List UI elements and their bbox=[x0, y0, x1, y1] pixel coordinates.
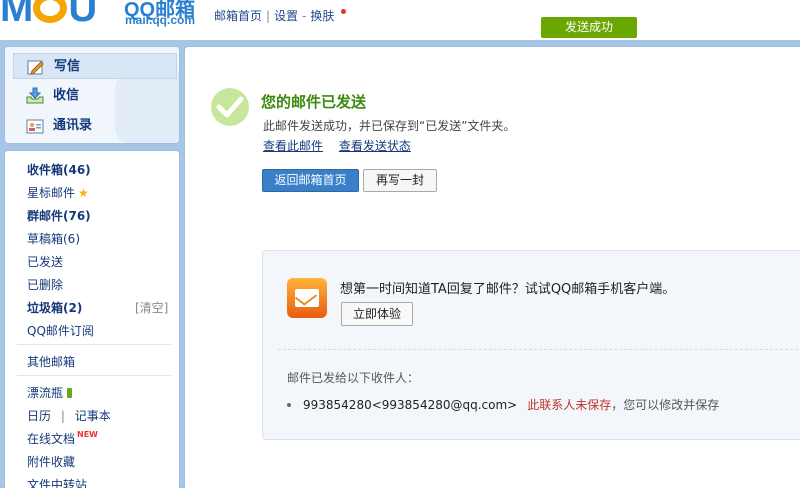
folder-divider bbox=[17, 375, 171, 376]
folder-deleted-label: 已删除 bbox=[27, 278, 64, 292]
contacts-label: 通讯录 bbox=[53, 118, 93, 133]
mailbox-home-link[interactable]: 邮箱首页 bbox=[214, 9, 262, 23]
folder-sent[interactable]: 已发送 bbox=[27, 253, 63, 270]
folder-deleted[interactable]: 已删除 bbox=[27, 276, 63, 293]
new-badge: NEW bbox=[77, 430, 98, 439]
folder-spam[interactable]: 垃圾箱(2) [清空] bbox=[27, 299, 168, 316]
qq-mail-logo[interactable]: MU bbox=[0, 0, 97, 31]
change-skin-link[interactable]: 换肤 bbox=[310, 9, 334, 23]
folder-group-label: 群邮件(76) bbox=[27, 209, 91, 223]
compose-label: 写信 bbox=[54, 59, 81, 74]
app-attachments[interactable]: 附件收藏 bbox=[27, 453, 75, 470]
top-header: MU QQ邮箱 mail.qq.com 邮箱首页 | 设置 - 换肤 发送成功 bbox=[0, 0, 800, 42]
view-mail-link[interactable]: 查看此邮件 bbox=[263, 139, 323, 153]
contacts-card-icon bbox=[26, 119, 44, 134]
recipients-label: 邮件已发给以下收件人： bbox=[287, 371, 420, 385]
inbox-download-icon bbox=[26, 87, 44, 104]
attachments-label: 附件收藏 bbox=[27, 455, 76, 469]
compose-pencil-icon bbox=[27, 60, 44, 75]
check-mark-icon bbox=[216, 96, 244, 118]
folder-subscriptions[interactable]: QQ邮件订阅 bbox=[27, 322, 94, 339]
sent-links: 查看此邮件 查看发送状态 bbox=[263, 137, 423, 154]
back-to-home-button[interactable]: 返回邮箱首页 bbox=[262, 169, 359, 192]
folder-group-mail[interactable]: 群邮件(76) bbox=[27, 207, 91, 224]
folder-inbox[interactable]: 收件箱(46) bbox=[27, 161, 91, 178]
view-status-link[interactable]: 查看发送状态 bbox=[339, 139, 411, 153]
envelope-icon bbox=[295, 289, 319, 307]
logo-ring-icon bbox=[33, 0, 68, 23]
sent-description: 此邮件发送成功，并已保存到“已发送”文件夹。 bbox=[263, 119, 516, 133]
settings-link[interactable]: 设置 bbox=[274, 9, 298, 23]
folder-subscriptions-label: QQ邮件订阅 bbox=[27, 324, 94, 338]
other-mailboxes-label: 其他邮箱 bbox=[27, 355, 76, 369]
notification-dot-icon bbox=[341, 9, 346, 14]
recipient-address: 993854280<993854280@qq.com> bbox=[303, 398, 518, 412]
online-docs-label: 在线文档 bbox=[27, 432, 76, 446]
promo-text: 想第一时间知道TA回复了邮件？试试QQ邮箱手机客户端。 bbox=[340, 282, 676, 297]
bottle-icon bbox=[67, 388, 73, 398]
top-links: 邮箱首页 | 设置 - 换肤 bbox=[214, 7, 334, 24]
main-panel: 您的邮件已发送 此邮件发送成功，并已保存到“已发送”文件夹。 查看此邮件 查看发… bbox=[184, 46, 800, 488]
folder-divider bbox=[17, 344, 171, 345]
page-title: 您的邮件已发送 bbox=[261, 93, 367, 111]
notebook-link[interactable]: 记事本 bbox=[75, 409, 111, 423]
link-separator: - bbox=[302, 9, 307, 23]
app-separator: | bbox=[60, 409, 65, 423]
folder-spam-label: 垃圾箱(2) bbox=[27, 301, 83, 315]
drift-bottle-label: 漂流瓶 bbox=[27, 386, 64, 400]
calendar-link[interactable]: 日历 bbox=[27, 409, 51, 423]
file-transfer-label: 文件中转站 bbox=[27, 478, 88, 488]
star-icon: ★ bbox=[78, 186, 89, 200]
promo-divider bbox=[278, 349, 800, 350]
folder-drafts-label: 草稿箱(6) bbox=[27, 232, 80, 246]
folder-inbox-label: 收件箱(46) bbox=[27, 163, 91, 177]
folder-list: 收件箱(46) 星标邮件 ★ 群邮件(76) 草稿箱(6) 已发送 已删除 垃圾箱… bbox=[4, 150, 180, 488]
folder-starred-label: 星标邮件 bbox=[27, 186, 76, 200]
bullet-icon bbox=[287, 403, 291, 407]
promo-panel: 想第一时间知道TA回复了邮件？试试QQ邮箱手机客户端。 立即体验 邮件已发给以下… bbox=[262, 250, 800, 440]
write-again-button[interactable]: 再写一封 bbox=[363, 169, 437, 192]
folder-starred[interactable]: 星标邮件 ★ bbox=[27, 184, 89, 201]
brand-domain: mail.qq.com bbox=[125, 13, 196, 27]
sidebar: 写信 收信 通讯录 收件箱(46) 星标邮件 ★ 群邮件(76) 草稿箱(6) 已… bbox=[4, 46, 180, 488]
try-now-button[interactable]: 立即体验 bbox=[341, 302, 413, 326]
other-mailboxes[interactable]: 其他邮箱 bbox=[27, 353, 75, 370]
sidebar-actions: 写信 收信 通讯录 bbox=[4, 46, 180, 144]
folder-sent-label: 已发送 bbox=[27, 255, 64, 269]
folder-drafts[interactable]: 草稿箱(6) bbox=[27, 230, 80, 247]
send-status-badge: 发送成功 bbox=[541, 17, 637, 38]
link-separator: | bbox=[266, 9, 271, 23]
contact-not-saved-link[interactable]: 此联系人未保存 bbox=[527, 398, 611, 412]
empty-spam-link[interactable]: [清空] bbox=[135, 299, 175, 316]
app-calendar-notes: 日历 | 记事本 bbox=[27, 407, 111, 424]
app-file-transfer[interactable]: 文件中转站 bbox=[27, 476, 87, 488]
recipient-row: 993854280<993854280@qq.com> 此联系人未保存，您可以修改… bbox=[287, 396, 719, 413]
save-contact-hint: ，您可以修改并保存 bbox=[611, 398, 720, 412]
sidebar-item-compose[interactable]: 写信 bbox=[13, 53, 177, 79]
mail-app-icon bbox=[287, 278, 327, 318]
success-check-icon bbox=[211, 88, 249, 126]
sidebar-item-contacts[interactable]: 通讯录 bbox=[13, 113, 177, 139]
receive-label: 收信 bbox=[53, 88, 80, 103]
sidebar-item-receive[interactable]: 收信 bbox=[13, 83, 177, 109]
app-drift-bottle[interactable]: 漂流瓶 bbox=[27, 384, 73, 401]
app-online-docs[interactable]: 在线文档 NEW bbox=[27, 430, 98, 447]
